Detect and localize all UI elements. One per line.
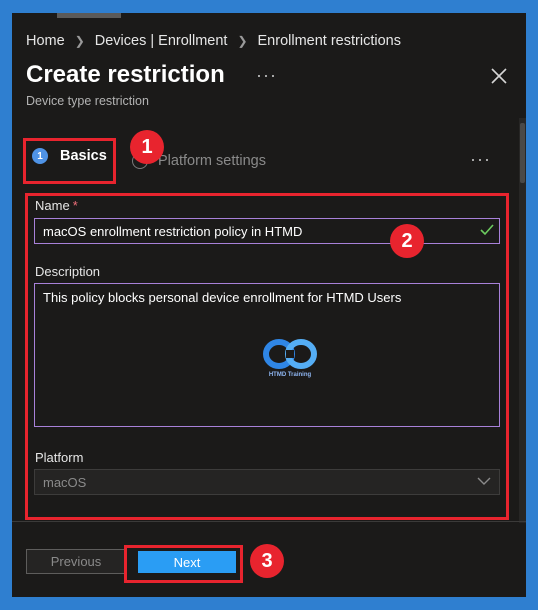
tab-platform-settings-label: Platform settings: [158, 153, 266, 169]
page-title: Create restriction: [26, 61, 225, 88]
annotation-badge-1: 1: [130, 130, 164, 164]
annotation-badge-3: 3: [250, 544, 284, 578]
annotation-box-form: [25, 193, 509, 520]
breadcrumb: Home ❯ Devices | Enrollment ❯ Enrollment…: [26, 33, 401, 49]
annotation-box-basics: [23, 138, 116, 184]
breadcrumb-devices-enrollment[interactable]: Devices | Enrollment: [95, 33, 228, 49]
annotation-badge-2: 2: [390, 224, 424, 258]
breadcrumb-enrollment-restrictions[interactable]: Enrollment restrictions: [258, 33, 401, 49]
page-subtitle: Device type restriction: [26, 94, 149, 108]
annotation-box-next: [124, 545, 243, 583]
breadcrumb-separator-icon: ❯: [74, 34, 85, 48]
previous-button[interactable]: Previous: [26, 549, 126, 574]
footer-divider: [12, 521, 526, 522]
top-strip: [57, 13, 121, 18]
close-icon[interactable]: [490, 67, 508, 85]
breadcrumb-separator-icon: ❯: [237, 34, 248, 48]
tabs-more-button[interactable]: ···: [470, 149, 491, 170]
scrollbar-thumb[interactable]: [520, 123, 525, 183]
scrollbar[interactable]: [519, 118, 526, 523]
title-more-button[interactable]: ···: [256, 65, 277, 86]
breadcrumb-home[interactable]: Home: [26, 33, 65, 49]
